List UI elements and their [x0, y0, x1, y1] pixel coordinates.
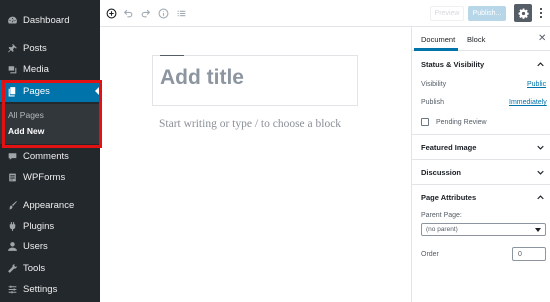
- menu-item-media[interactable]: Media: [0, 58, 100, 80]
- menu-item-tools[interactable]: Tools: [0, 257, 100, 279]
- section-title: Discussion: [421, 168, 462, 177]
- paintbrush-icon: [6, 199, 18, 211]
- plug-icon: [6, 220, 18, 232]
- settings-sidebar: Document Block ✕ Status & Visibility Vis…: [411, 27, 550, 302]
- visibility-link[interactable]: Public: [527, 81, 546, 88]
- section-title: Status & Visibility: [421, 60, 485, 69]
- chevron-down-icon: [537, 145, 544, 150]
- preview-button[interactable]: Preview: [430, 6, 464, 21]
- block-navigation-icon[interactable]: [174, 6, 188, 20]
- parent-page-select[interactable]: (no parent): [421, 223, 546, 236]
- menu-label: WPForms: [23, 171, 66, 183]
- sidebar-tabs: Document Block ✕: [412, 27, 550, 51]
- parent-page-label: Parent Page:: [421, 212, 462, 219]
- menu-label: Plugins: [23, 220, 55, 232]
- menu-label: Settings: [23, 283, 58, 295]
- gear-icon[interactable]: [514, 4, 532, 22]
- redo-icon[interactable]: [138, 6, 152, 20]
- menu-item-wpforms[interactable]: WPForms: [0, 166, 100, 188]
- editor-toolbar: Preview Publish...: [100, 0, 550, 27]
- pushpin-icon: [6, 42, 18, 54]
- default-block-appender[interactable]: Start writing or type / to choose a bloc…: [159, 118, 341, 130]
- order-label: Order: [421, 251, 439, 258]
- forms-icon: [6, 171, 18, 183]
- active-tab-indicator: [414, 48, 458, 51]
- pending-review-checkbox[interactable]: [421, 118, 429, 126]
- menu-label: Posts: [23, 42, 47, 54]
- users-icon: [6, 240, 18, 252]
- section-divider: [412, 184, 550, 185]
- section-title: Featured Image: [421, 143, 477, 152]
- menu-label: Dashboard: [23, 14, 70, 26]
- section-title: Page Attributes: [421, 193, 477, 202]
- admin-sidebar: Dashboard Posts Media Pages All Pages Ad…: [0, 0, 100, 302]
- menu-label: Tools: [23, 262, 46, 274]
- pages-menu-highlight: [2, 80, 102, 148]
- add-block-icon[interactable]: [104, 6, 118, 20]
- tab-document[interactable]: Document: [421, 35, 455, 44]
- media-icon: [6, 63, 18, 75]
- comments-icon: [6, 150, 18, 162]
- post-title-input[interactable]: Add title: [160, 66, 244, 90]
- menu-item-appearance[interactable]: Appearance: [0, 194, 100, 216]
- info-icon[interactable]: [156, 6, 170, 20]
- menu-item-comments[interactable]: Comments: [0, 145, 100, 167]
- menu-label: Appearance: [23, 199, 75, 211]
- chevron-up-icon: [537, 195, 544, 200]
- wrench-icon: [6, 262, 18, 274]
- tab-block[interactable]: Block: [467, 35, 485, 44]
- select-caret-icon: [535, 228, 541, 232]
- section-divider: [412, 159, 550, 160]
- menu-item-plugins[interactable]: Plugins: [0, 215, 100, 237]
- close-icon[interactable]: ✕: [538, 34, 546, 44]
- publish-label: Publish: [421, 99, 444, 106]
- parent-page-value: (no parent): [426, 226, 458, 233]
- menu-item-users[interactable]: Users: [0, 235, 100, 257]
- visibility-label: Visibility: [421, 81, 447, 88]
- chevron-up-icon: [537, 62, 544, 67]
- title-block-accent: [160, 55, 184, 56]
- undo-icon[interactable]: [121, 6, 135, 20]
- chevron-down-icon: [537, 170, 544, 175]
- section-divider: [412, 134, 550, 135]
- more-vertical-icon[interactable]: [536, 5, 546, 21]
- menu-item-posts[interactable]: Posts: [0, 37, 100, 59]
- publish-button[interactable]: Publish...: [468, 6, 506, 21]
- pending-review-label: Pending Review: [436, 119, 487, 126]
- order-input[interactable]: 0: [512, 247, 546, 261]
- menu-item-dashboard[interactable]: Dashboard: [0, 9, 100, 31]
- menu-label: Comments: [23, 150, 69, 162]
- sliders-icon: [6, 283, 18, 295]
- dashboard-icon: [6, 14, 18, 26]
- menu-label: Media: [23, 63, 49, 75]
- publish-date-link[interactable]: Immediately: [509, 99, 547, 106]
- menu-label: Users: [23, 240, 48, 252]
- menu-item-settings[interactable]: Settings: [0, 278, 100, 300]
